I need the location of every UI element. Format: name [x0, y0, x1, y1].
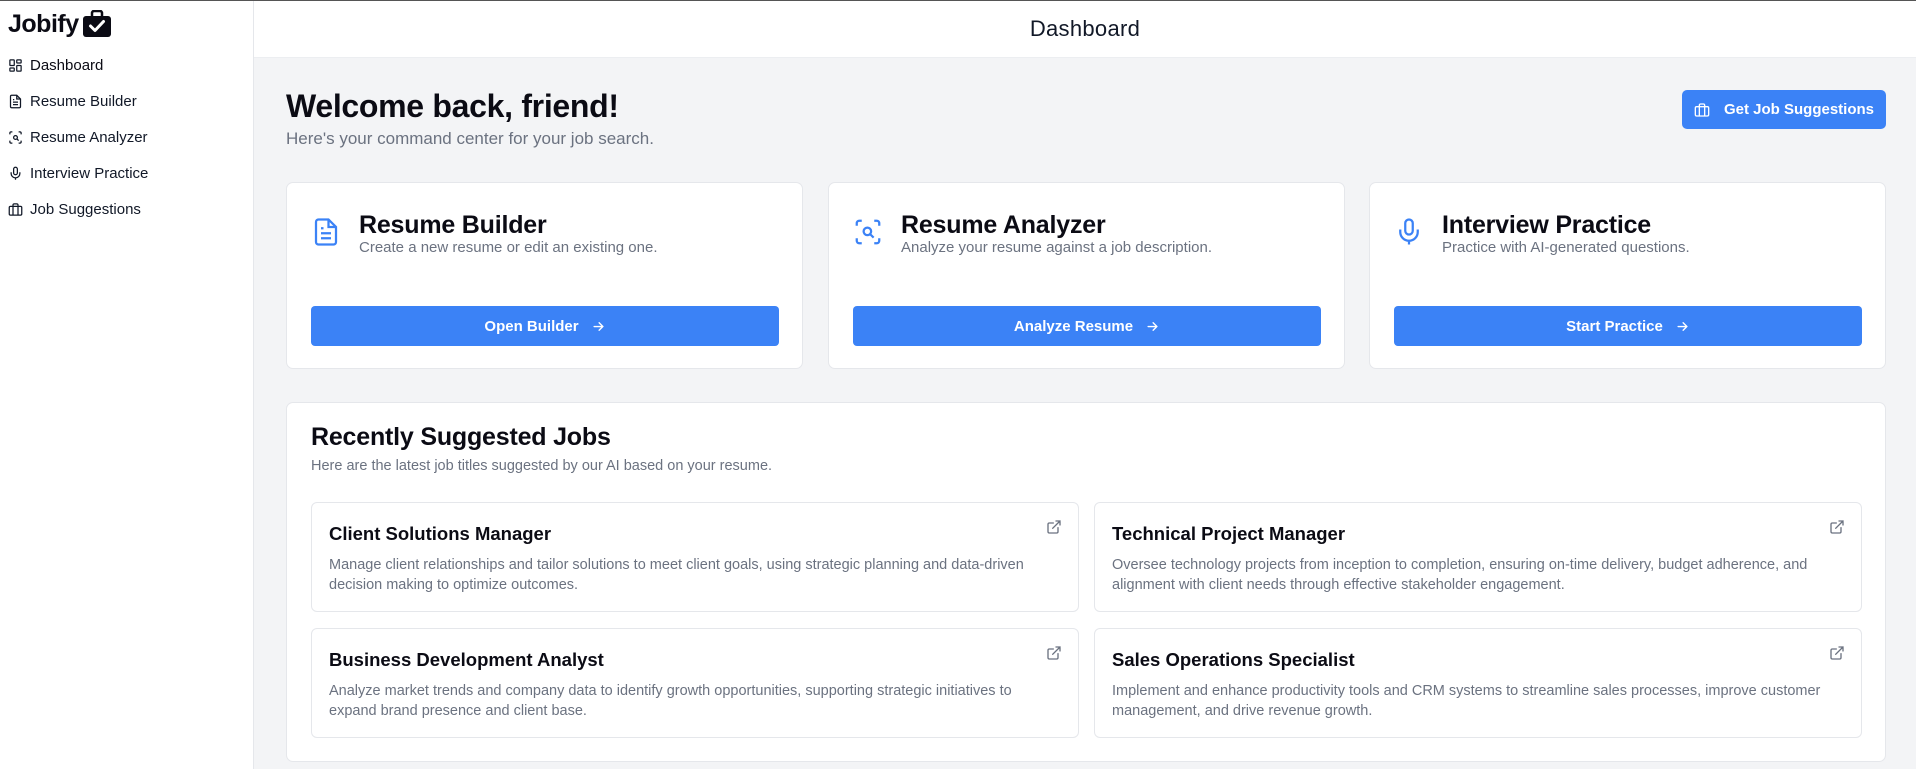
external-link-icon[interactable] [1046, 645, 1062, 661]
card-title: Interview Practice [1442, 211, 1652, 239]
card-title: Resume Builder [359, 211, 547, 239]
card-resume-builder: Resume Builder Create a new resume or ed… [286, 182, 803, 369]
card-title: Resume Analyzer [901, 211, 1106, 239]
card-interview-practice: Interview Practice Practice with AI-gene… [1369, 182, 1886, 369]
arrow-right-icon [593, 321, 604, 331]
sidebar-item-resume-analyzer[interactable]: Resume Analyzer [0, 119, 254, 155]
job-description: Manage client relationships and tailor s… [329, 557, 1024, 593]
brand-logo[interactable]: Jobify [8, 9, 113, 39]
job-description: Analyze market trends and company data t… [329, 683, 1012, 719]
job-title: Client Solutions Manager [329, 523, 552, 544]
briefcase-icon [1694, 102, 1710, 117]
get-job-suggestions-button[interactable]: Get Job Suggestions [1682, 90, 1886, 129]
button-label: Analyze Resume [1013, 317, 1134, 335]
sidebar-item-job-suggestions[interactable]: Job Suggestions [0, 191, 254, 227]
job-card[interactable]: Sales Operations Specialist Implement an… [1094, 628, 1862, 738]
analyze-resume-button[interactable]: Analyze Resume [853, 306, 1321, 346]
card-resume-analyzer: Resume Analyzer Analyze your resume agai… [828, 182, 1345, 369]
job-title: Technical Project Manager [1112, 523, 1346, 544]
button-label: Get Job Suggestions [1723, 101, 1874, 118]
sidebar-item-interview-practice[interactable]: Interview Practice [0, 155, 254, 191]
page-title: Dashboard [1029, 16, 1141, 41]
section-subtitle: Here are the latest job titles suggested… [311, 458, 773, 474]
job-title: Sales Operations Specialist [1112, 649, 1355, 670]
card-description: Practice with AI-generated questions. [1442, 239, 1690, 256]
feature-cards: Resume Builder Create a new resume or ed… [286, 182, 1886, 369]
top-header: Dashboard [254, 1, 1916, 58]
card-description: Analyze your resume against a job descri… [901, 239, 1213, 256]
card-description: Create a new resume or edit an existing … [359, 239, 658, 256]
sidebar-item-dashboard[interactable]: Dashboard [0, 47, 254, 83]
file-text-icon [9, 94, 22, 108]
job-description: Implement and enhance productivity tools… [1112, 683, 1821, 719]
job-card[interactable]: Client Solutions Manager Manage client r… [311, 502, 1079, 612]
job-description: Oversee technology projects from incepti… [1112, 557, 1808, 593]
job-card[interactable]: Technical Project Manager Oversee techno… [1094, 502, 1862, 612]
external-link-icon[interactable] [1829, 519, 1845, 535]
scan-search-icon [9, 130, 22, 144]
external-link-icon[interactable] [1829, 645, 1845, 661]
sidebar-item-label: Job Suggestions [30, 200, 141, 218]
button-label: Open Builder [484, 317, 579, 335]
sidebar-item-label: Dashboard [30, 56, 104, 74]
section-title: Recently Suggested Jobs [311, 423, 611, 451]
job-card[interactable]: Business Development Analyst Analyze mar… [311, 628, 1079, 738]
file-text-icon [314, 218, 338, 246]
briefcase-check-icon [82, 10, 111, 37]
welcome-title: Welcome back, friend! [286, 88, 619, 124]
start-practice-button[interactable]: Start Practice [1394, 306, 1862, 346]
sidebar-item-resume-builder[interactable]: Resume Builder [0, 83, 254, 119]
button-label: Start Practice [1566, 317, 1663, 335]
job-title: Business Development Analyst [329, 649, 604, 670]
scan-search-icon [855, 219, 881, 245]
sidebar-item-label: Interview Practice [30, 164, 149, 182]
brand-name: Jobify [8, 9, 79, 38]
recently-suggested-jobs: Recently Suggested Jobs Here are the lat… [286, 402, 1886, 762]
sidebar-nav: Dashboard Resume Builder Resume Analyzer… [0, 47, 254, 227]
microphone-icon [10, 166, 21, 180]
microphone-icon [1399, 218, 1419, 245]
external-link-icon[interactable] [1046, 519, 1062, 535]
sidebar: Jobify Dashboard Resume Builder Resume A… [0, 1, 254, 769]
arrow-right-icon [1677, 321, 1688, 331]
layout-grid-icon [9, 58, 22, 72]
open-builder-button[interactable]: Open Builder [311, 306, 779, 346]
sidebar-item-label: Resume Builder [30, 92, 137, 110]
arrow-right-icon [1147, 321, 1158, 331]
welcome-subtitle: Here's your command center for your job … [286, 129, 654, 148]
briefcase-icon [8, 202, 23, 216]
sidebar-item-label: Resume Analyzer [30, 128, 148, 146]
